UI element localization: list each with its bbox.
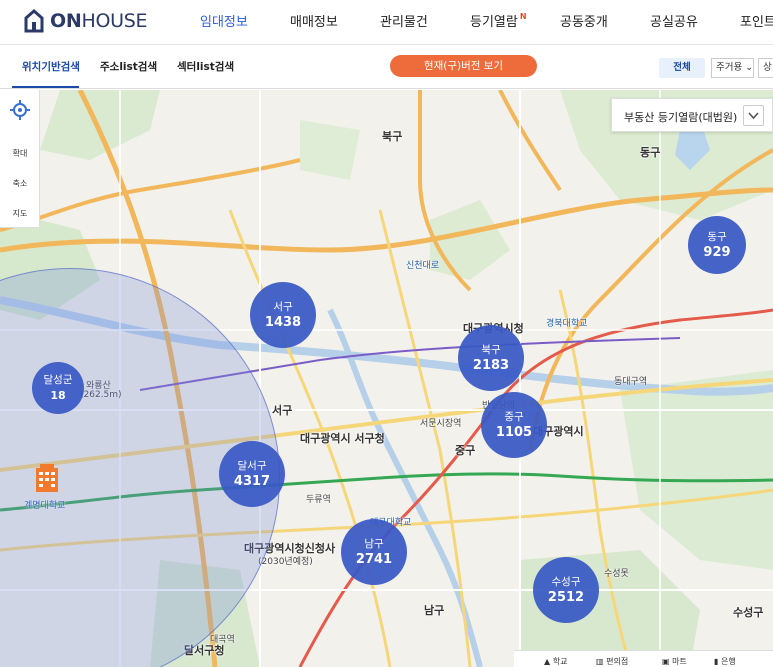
cluster-count: 1438 <box>264 314 302 330</box>
cluster-dalseo-gu[interactable]: 달서구 4317 <box>219 441 285 507</box>
cluster-name: 중구 <box>504 410 524 423</box>
new-badge: N <box>519 11 527 21</box>
active-tab-indicator <box>12 86 79 88</box>
cluster-name: 북구 <box>481 343 501 356</box>
cluster-count: 2183 <box>472 357 510 373</box>
poi-legend: ▲ 학교 ▥ 편의점 ▣ 마트 ▮ 은행 <box>514 650 773 667</box>
cluster-count: 2741 <box>355 551 393 567</box>
label-seo-gu-area: 서구 <box>272 404 293 417</box>
label-jung-gu-area: 중구 <box>455 444 476 457</box>
nav-managed-property[interactable]: 관리물건 <box>380 11 428 30</box>
legend-mart[interactable]: ▣ 마트 <box>662 656 687 667</box>
old-version-button[interactable]: 현재(구)버전 보기 <box>390 55 537 77</box>
chevron-down-icon: ⌄ <box>745 62 754 73</box>
nav-vacancy-share[interactable]: 공실공유 <box>650 11 698 30</box>
current-location-icon[interactable] <box>10 100 30 120</box>
label-seogu-office: 대구광역시 서구청 <box>300 432 385 445</box>
cluster-name: 동구 <box>707 230 727 243</box>
cluster-suseong-gu[interactable]: 수성구 2512 <box>533 557 599 623</box>
cluster-name: 달성군 <box>43 373 73 386</box>
top-navigation: ONHOUSE 임대정보 매매정보 관리물건 등기열람 N 공동중개 공실공유 포… <box>0 0 773 45</box>
label-suseong-lake: 수성못 <box>604 569 629 579</box>
cluster-dalseong-gun[interactable]: 달성군 18 <box>32 362 84 414</box>
cluster-dong-gu[interactable]: 동구 929 <box>688 216 746 274</box>
cluster-buk-gu[interactable]: 북구 2183 <box>458 325 524 391</box>
nav-rental-info[interactable]: 임대정보 <box>200 11 248 30</box>
tab-location-search[interactable]: 위치기반검색 <box>22 59 80 74</box>
cluster-jung-gu[interactable]: 중구 1105 <box>481 392 547 458</box>
label-sinchon-road: 신천대로 <box>406 261 440 271</box>
onhouse-logo[interactable]: ONHOUSE <box>24 8 147 34</box>
filter-all-chip[interactable]: 전체 <box>659 58 705 78</box>
registry-lookup-label: 부동산 등기열람(대법원) <box>624 111 738 124</box>
cluster-nam-gu[interactable]: 남구 2741 <box>341 519 407 585</box>
cluster-name: 서구 <box>273 300 293 313</box>
search-mode-bar: 위치기반검색 주소list검색 섹터list검색 <box>0 45 773 89</box>
brand-name: ONHOUSE <box>50 10 148 32</box>
cluster-seo-gu[interactable]: 서구 1438 <box>250 282 316 348</box>
cluster-count: 2512 <box>547 589 585 605</box>
cluster-count: 18 <box>50 388 66 402</box>
registry-dropdown-button[interactable] <box>743 105 764 126</box>
label-seomun-station: 서문시장역 <box>420 419 462 429</box>
tab-address-list-search[interactable]: 주소list검색 <box>100 59 157 74</box>
label-daegok-station: 대곡역 <box>210 635 235 645</box>
map-type-button[interactable]: 지도 <box>0 208 40 219</box>
cluster-count: 1105 <box>495 424 533 440</box>
secondary-select[interactable]: 상 <box>758 58 773 78</box>
legend-bank[interactable]: ▮ 은행 <box>714 656 736 667</box>
cluster-name: 수성구 <box>551 575 581 588</box>
property-type-select[interactable]: 주거용 ⌄ <box>711 58 754 78</box>
map-controls: 확대 축소 지도 <box>0 90 40 228</box>
zoom-out-button[interactable]: 축소 <box>0 178 40 189</box>
label-dongdaegu-station: 동대구역 <box>614 377 648 387</box>
label-nam-gu-area: 남구 <box>424 604 445 617</box>
cluster-count: 4317 <box>233 473 271 489</box>
house-logo-icon <box>24 9 44 33</box>
legend-school[interactable]: ▲ 학교 <box>544 656 567 667</box>
cluster-count: 929 <box>703 244 731 260</box>
nav-points[interactable]: 포인트 <box>740 11 773 30</box>
registry-lookup-box[interactable]: 부동산 등기열람(대법원) <box>611 98 773 132</box>
building-marker-icon[interactable] <box>34 462 60 492</box>
label-buk-gu: 북구 <box>382 130 403 143</box>
legend-convenience-store[interactable]: ▥ 편의점 <box>596 656 628 667</box>
label-dong-gu-area: 동구 <box>640 146 661 159</box>
label-duryu-station: 두류역 <box>306 495 331 505</box>
label-new-city-hall-note: (2030년예정) <box>258 557 313 567</box>
cluster-name: 달서구 <box>237 459 267 472</box>
nav-sale-info[interactable]: 매매정보 <box>290 11 338 30</box>
zoom-in-button[interactable]: 확대 <box>0 148 40 159</box>
tab-sector-list-search[interactable]: 섹터list검색 <box>177 59 234 74</box>
label-kyungpook-univ: 경북대학교 <box>546 319 588 329</box>
nav-registry[interactable]: 등기열람 N <box>470 11 527 30</box>
label-suseong-gu-area: 수성구 <box>733 606 764 619</box>
nav-joint-brokerage[interactable]: 공동중개 <box>560 11 608 30</box>
chevron-down-icon <box>748 112 759 120</box>
cluster-name: 남구 <box>364 537 384 550</box>
